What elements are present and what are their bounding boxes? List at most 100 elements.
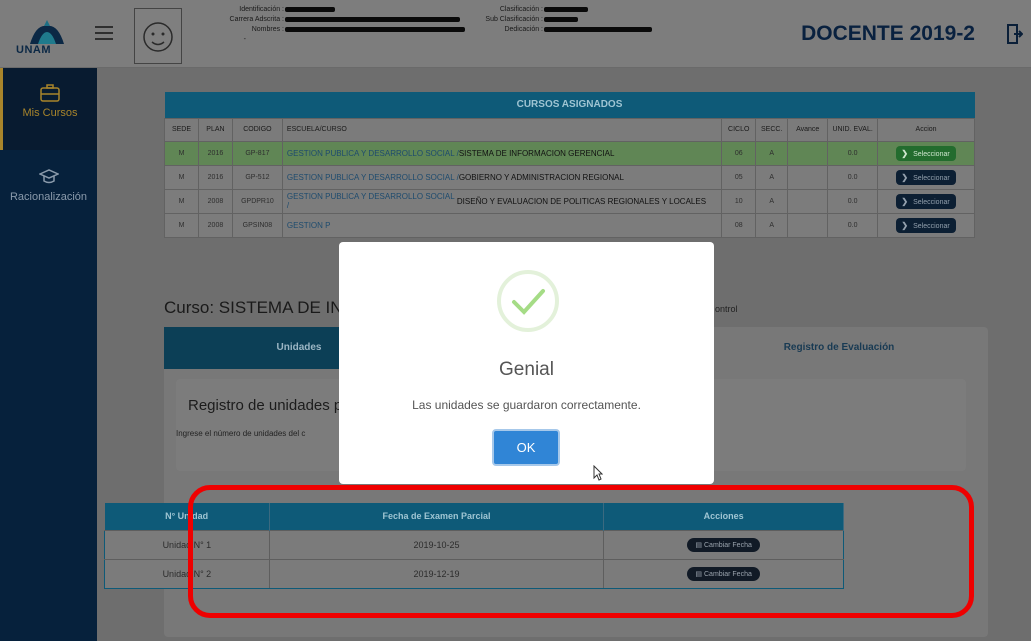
cell-ciclo: 05 — [721, 164, 757, 190]
cell-secc: A — [755, 188, 789, 214]
cell-plan: 2008 — [197, 212, 233, 238]
cell-plan: 2016 — [197, 140, 233, 166]
registro-subtitle: Ingrese el número de unidades del c — [176, 429, 306, 438]
cell-escuela-curso: GESTION PUBLICA Y DESARROLLO SOCIAL / DIS… — [281, 188, 723, 214]
tab-registro-evaluacion[interactable]: Registro de Evaluación — [704, 327, 974, 369]
top-bar: UNAM Identificación : Carrera Adscrita :… — [0, 0, 1031, 68]
redacted-value — [285, 16, 460, 22]
chevron-right-icon: ❯ — [901, 148, 909, 158]
cell-escuela-curso: GESTION PUBLICA Y DESARROLLO SOCIAL /GOB… — [281, 164, 723, 190]
cell-unid: 0.0 — [827, 164, 879, 190]
column-header: SEDE — [164, 117, 199, 142]
column-header: PLAN — [197, 117, 233, 142]
cell-secc: A — [755, 164, 789, 190]
ok-button[interactable]: OK — [492, 429, 560, 466]
button-label: Seleccionar — [913, 198, 950, 206]
cell-avance — [787, 212, 829, 238]
info-extra-mark: - — [243, 36, 246, 43]
menu-icon[interactable] — [95, 26, 113, 40]
column-header: Accion — [877, 117, 975, 142]
table-row[interactable]: M 2008 GPSIN08 GESTION P 08 A 0.0 ❯ Selec… — [164, 212, 975, 238]
cell-sede: M — [164, 140, 199, 166]
column-header: ESCUELA/CURSO — [281, 117, 723, 142]
user-placeholder-icon — [143, 22, 173, 52]
table-row[interactable]: M 2008 GPDPR10 GESTION PUBLICA Y DESARRO… — [164, 188, 975, 214]
redacted-value — [544, 26, 652, 32]
briefcase-icon — [40, 84, 60, 102]
courses-table: CURSOS ASIGNADOS SEDE PLAN CODIGO ESCUEL… — [164, 92, 975, 238]
modal-message: Las unidades se guardaron correctamente. — [412, 398, 641, 412]
cell-ciclo: 06 — [721, 140, 757, 166]
success-modal: Genial Las unidades se guardaron correct… — [339, 242, 714, 484]
cell-ciclo: 08 — [721, 212, 757, 238]
cell-secc: A — [755, 212, 789, 238]
table-row[interactable]: M 2016 GP-817 GESTION PUBLICA Y DESARROL… — [164, 140, 975, 166]
info-label-identificacion: Identificación : — [239, 6, 284, 13]
cell-sede: M — [164, 188, 199, 214]
table-row[interactable]: M 2016 GP-512 GESTION PUBLICA Y DESARROL… — [164, 164, 975, 190]
info-label-dedicacion: Dedicación : — [504, 26, 543, 33]
column-header: UNID. EVAL. — [827, 117, 879, 142]
cell-accion: ❯ Seleccionar — [877, 164, 975, 190]
select-course-button[interactable]: ❯ Seleccionar — [896, 145, 956, 161]
cell-accion: ❯ Seleccionar — [877, 140, 975, 166]
select-course-button[interactable]: ❯ Seleccionar — [896, 217, 956, 233]
cell-ciclo: 10 — [721, 188, 757, 214]
button-label: Seleccionar — [913, 174, 950, 182]
info-label-clasificacion: Clasificación : — [499, 6, 543, 13]
cell-codigo: GP-817 — [231, 140, 283, 166]
cell-plan: 2016 — [197, 164, 233, 190]
button-label: Seleccionar — [913, 150, 950, 158]
info-label-carrera: Carrera Adscrita : — [229, 16, 284, 23]
cell-plan: 2008 — [197, 188, 233, 214]
escuela-link[interactable]: GESTION PUBLICA Y DESARROLLO SOCIAL / — [287, 173, 459, 182]
column-header: CICLO — [721, 117, 757, 142]
graduation-cap-icon — [38, 169, 59, 184]
redacted-value — [544, 6, 588, 12]
curso-name: DISEÑO Y EVALUACION DE POLITICAS REGIONA… — [456, 196, 707, 206]
cell-avance — [787, 164, 829, 190]
table-header-row: SEDE PLAN CODIGO ESCUELA/CURSO CICLO SEC… — [164, 117, 975, 142]
registro-title: Registro de unidades por — [188, 397, 356, 414]
course-title: Curso: SISTEMA DE IN — [164, 298, 343, 317]
cell-unid: 0.0 — [827, 140, 879, 166]
redacted-value — [285, 26, 465, 32]
info-left: Identificación : Carrera Adscrita : Nomb… — [212, 5, 465, 45]
info-label-subclasificacion: Sub Clasificación : — [485, 16, 543, 23]
info-label-nombres: Nombres : — [251, 26, 284, 33]
cell-escuela-curso: GESTION P — [281, 212, 723, 238]
column-header: Avance — [787, 117, 829, 142]
redacted-value — [544, 16, 578, 22]
cell-secc: A — [755, 140, 789, 166]
cell-codigo: GPSIN08 — [231, 212, 283, 238]
avatar — [134, 8, 182, 64]
logo-text: UNAM — [16, 44, 51, 56]
select-course-button[interactable]: ❯ Seleccionar — [896, 193, 956, 209]
escuela-link[interactable]: GESTION PUBLICA Y DESARROLLO SOCIAL / — [287, 192, 457, 210]
logout-icon[interactable] — [1007, 24, 1023, 44]
sidebar-item-label: Mis Cursos — [22, 107, 78, 119]
escuela-link[interactable]: GESTION P — [287, 221, 331, 230]
page-title: DOCENTE 2019-2 — [801, 22, 975, 45]
cell-sede: M — [164, 164, 199, 190]
select-course-button[interactable]: ❯ Seleccionar — [896, 169, 956, 185]
curso-name: GOBIERNO Y ADMINISTRACION REGIONAL — [458, 172, 624, 182]
chevron-right-icon: ❯ — [901, 172, 909, 182]
sidebar-item-mis-cursos[interactable]: Mis Cursos — [0, 68, 97, 150]
cell-accion: ❯ Seleccionar — [877, 188, 975, 214]
highlight-annotation — [188, 485, 974, 618]
cell-avance — [787, 140, 829, 166]
cell-unid: 0.0 — [827, 188, 879, 214]
column-header: SECC. — [755, 117, 789, 142]
cell-codigo: GP-512 — [231, 164, 283, 190]
success-check-icon — [497, 270, 559, 332]
curso-name: SISTEMA DE INFORMACION GERENCIAL — [458, 148, 615, 158]
chevron-right-icon: ❯ — [901, 220, 909, 230]
mouse-cursor-icon — [593, 465, 603, 481]
redacted-value — [285, 6, 335, 12]
escuela-link[interactable]: GESTION PUBLICA Y DESARROLLO SOCIAL / — [287, 149, 459, 158]
control-text: ontrol — [715, 304, 738, 314]
courses-table-caption: CURSOS ASIGNADOS — [164, 92, 975, 118]
cell-accion: ❯ Seleccionar — [877, 212, 975, 238]
sidebar-item-racionalizacion[interactable]: Racionalización — [0, 160, 97, 220]
